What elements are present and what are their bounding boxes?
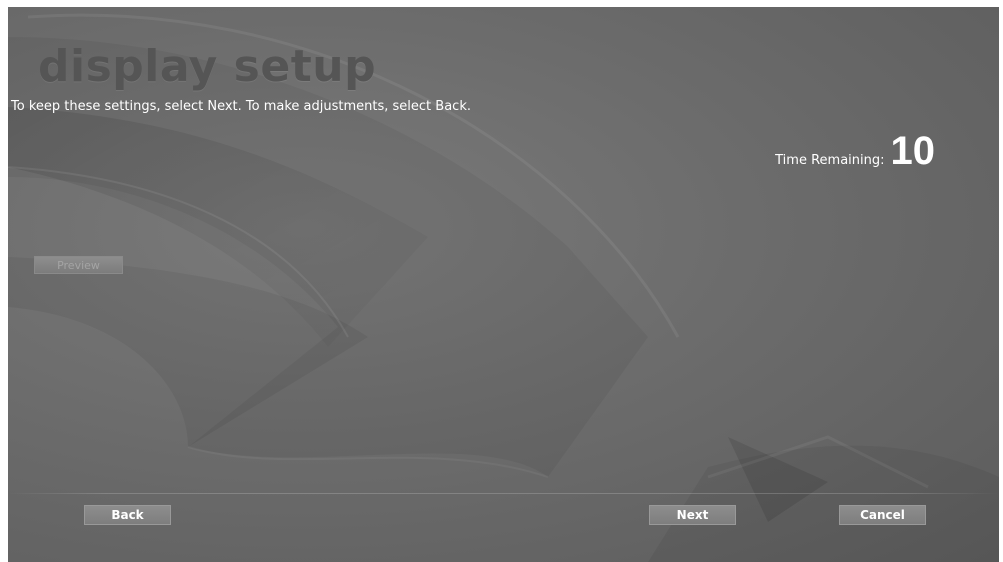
next-button[interactable]: Next <box>649 505 736 525</box>
preview-button[interactable]: Preview <box>34 256 123 274</box>
back-button[interactable]: Back <box>84 505 171 525</box>
page-title: display setup <box>38 41 377 92</box>
footer-divider <box>8 493 999 494</box>
instruction-text: To keep these settings, select Next. To … <box>11 99 471 114</box>
cancel-button[interactable]: Cancel <box>839 505 926 525</box>
time-remaining-value: 10 <box>890 129 936 173</box>
time-remaining: Time Remaining: 10 <box>775 131 935 171</box>
time-remaining-label: Time Remaining: <box>775 153 885 168</box>
display-setup-screen: display setup To keep these settings, se… <box>8 7 999 562</box>
